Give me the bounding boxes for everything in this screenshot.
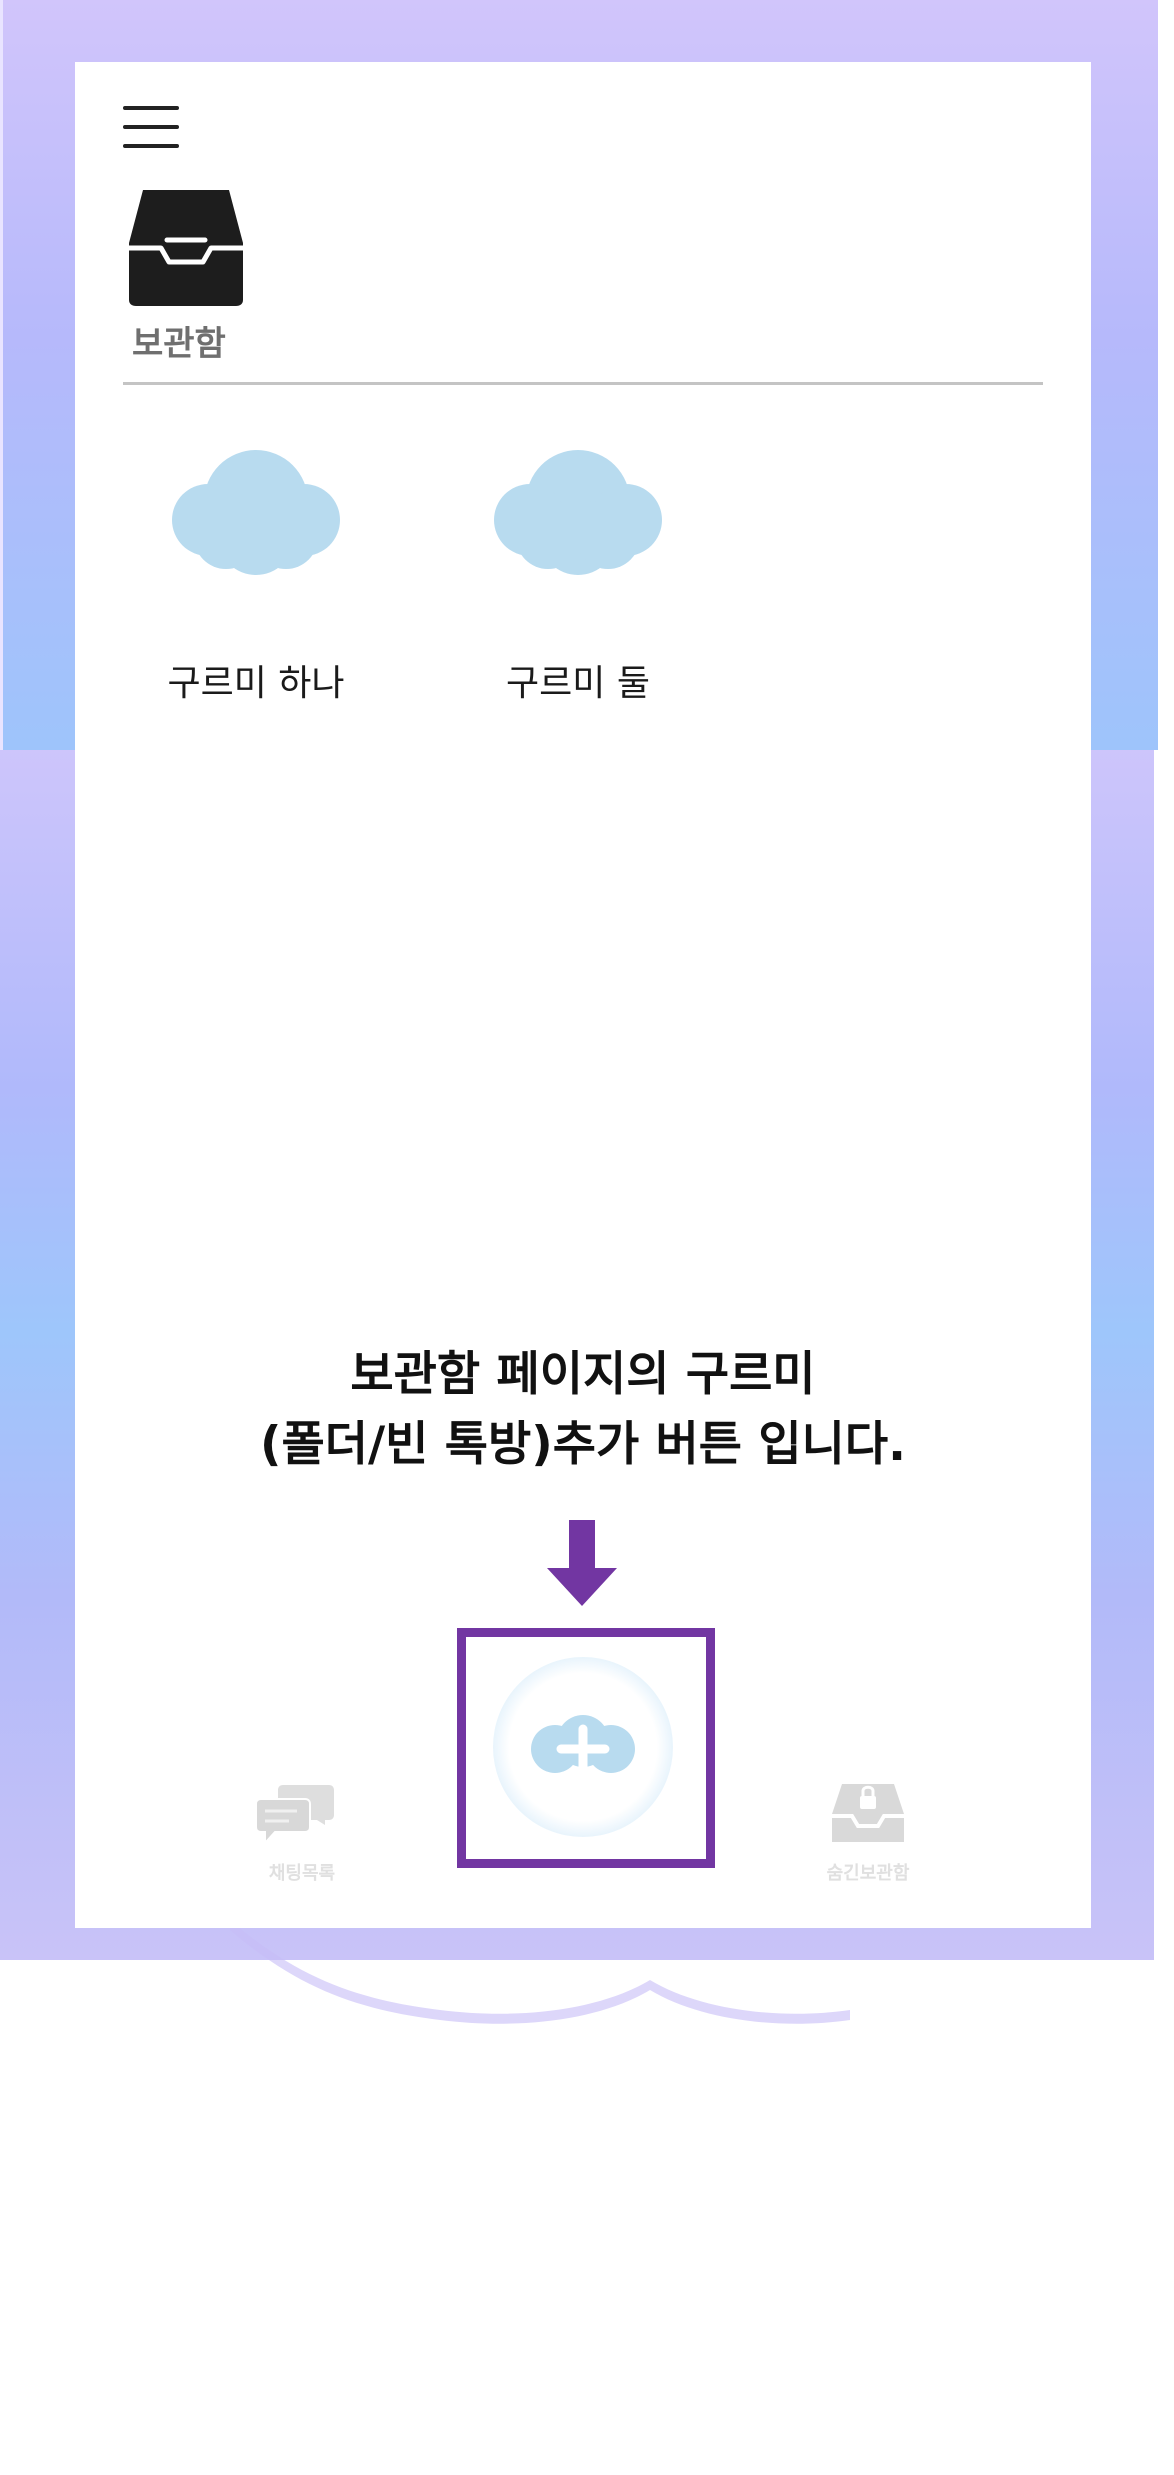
- page-title: 보관함: [132, 324, 226, 364]
- guide-annotation: 보관함 페이지의 구르미 (폴더/빈 톡방)추가 버튼 입니다.: [75, 1340, 1091, 1480]
- plus-cloud-icon: [531, 1715, 635, 1774]
- nav-secret-inbox[interactable]: 숨긴보관함: [808, 1776, 928, 1892]
- app-screen: 보관함 구르미 하나 구르미 둘 보관함 페이지의 구르미 (폴더/빈 톡방)추…: [75, 62, 1091, 1928]
- chat-bubbles-icon: [255, 1785, 334, 1846]
- background-edge-line: [0, 0, 3, 750]
- nav-chat-list[interactable]: 채팅목록: [247, 1781, 357, 1893]
- folder-name: 구르미 둘: [506, 663, 650, 704]
- guide-line-1: 보관함 페이지의 구르미: [350, 1347, 816, 1402]
- menu-button[interactable]: [123, 106, 179, 154]
- inbox-tray-icon: [129, 190, 243, 306]
- down-arrow-icon: [547, 1520, 617, 1606]
- background-notch: [1154, 750, 1158, 1960]
- locked-inbox-icon: [832, 1784, 904, 1842]
- nav-chat-label: 채팅목록: [268, 1863, 336, 1884]
- add-folder-button[interactable]: [493, 1657, 673, 1837]
- nav-secret-label: 숨긴보관함: [826, 1863, 910, 1884]
- folder-item[interactable]: 구르미 하나: [161, 442, 361, 704]
- folder-name: 구르미 하나: [167, 663, 345, 704]
- header-divider: [123, 382, 1043, 385]
- cloud-icon: [172, 450, 340, 575]
- guide-line-2: (폴더/빈 톡방)추가 버튼 입니다.: [260, 1417, 906, 1472]
- hamburger-menu-icon: [123, 106, 179, 110]
- folder-item[interactable]: 구르미 둘: [483, 442, 683, 704]
- cloud-icon: [494, 450, 662, 575]
